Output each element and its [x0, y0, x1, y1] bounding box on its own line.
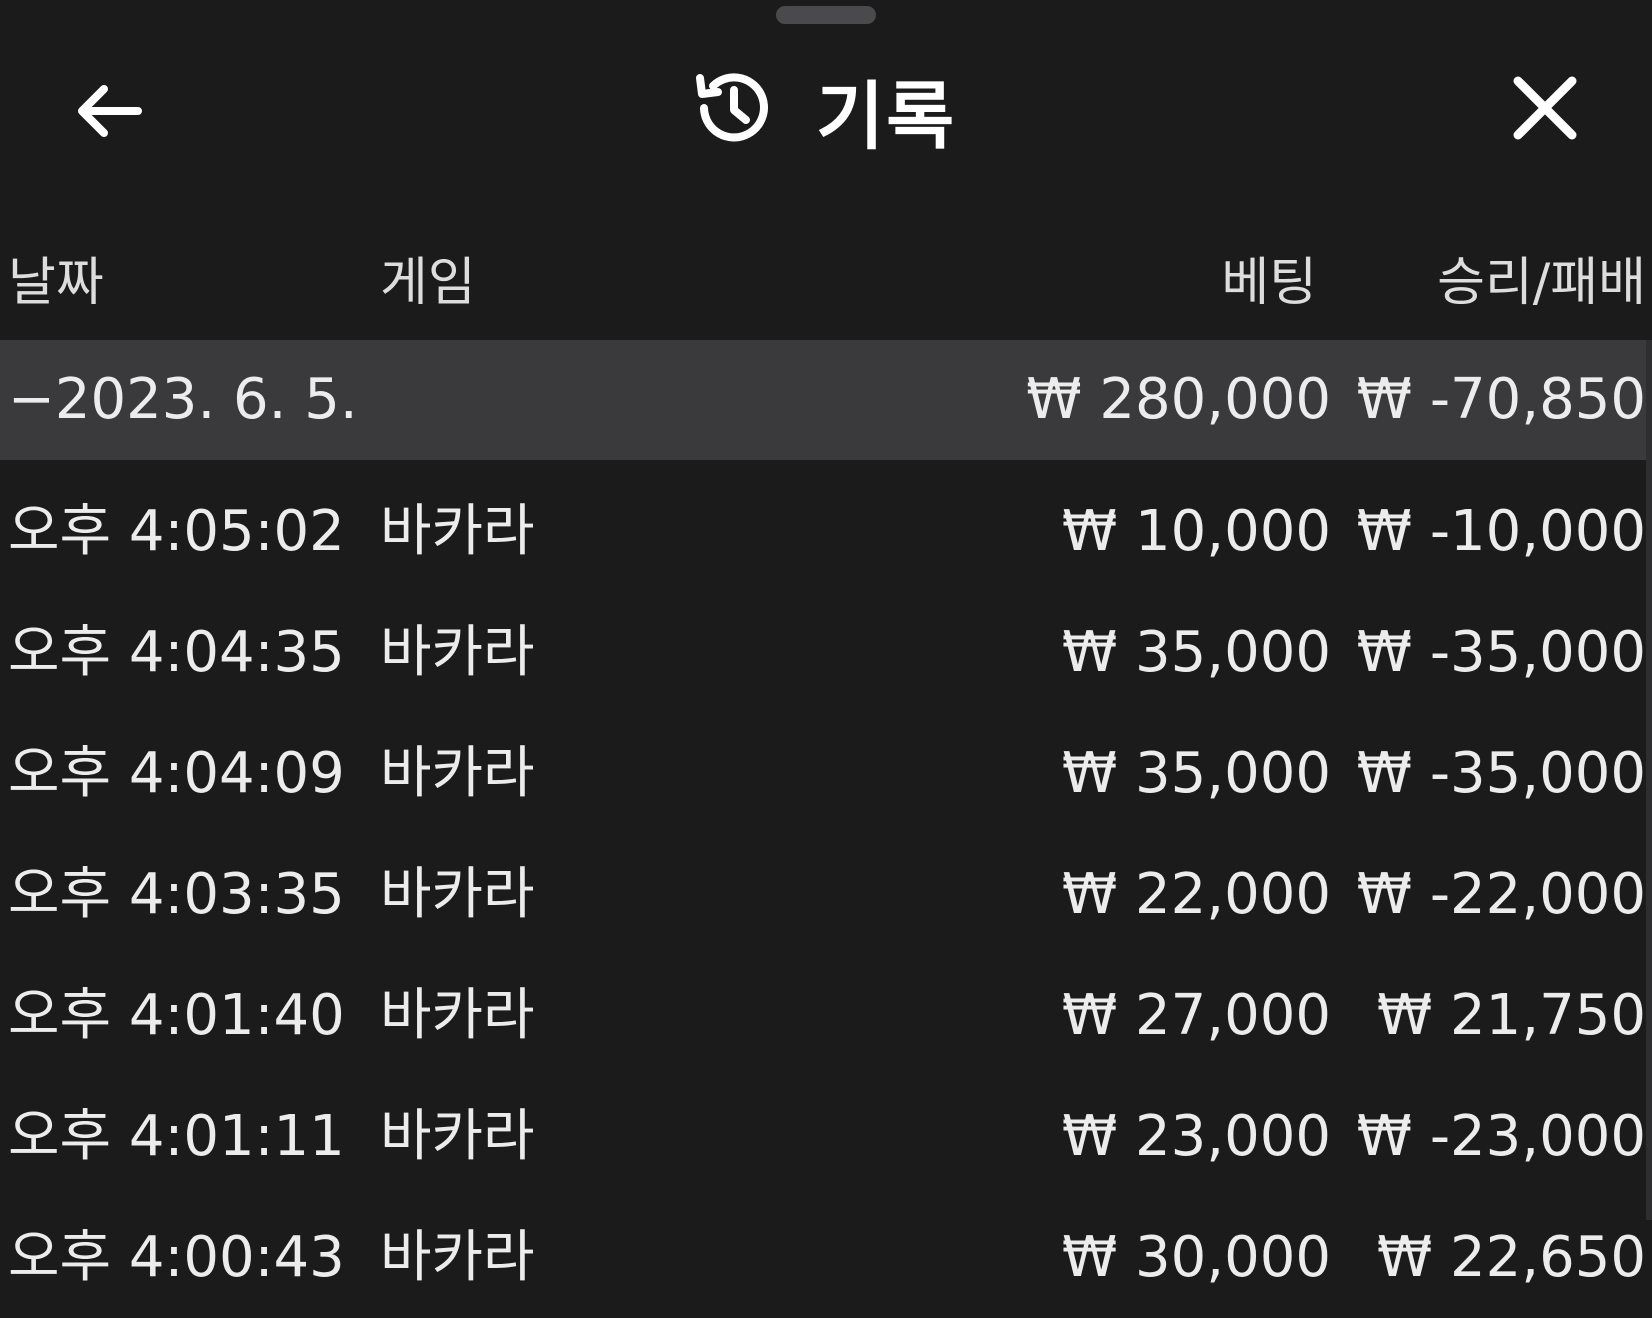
header: 기록 [0, 40, 1652, 170]
column-header-game: 게임 [380, 253, 476, 313]
row-win-loss: ₩ 22,650 [1376, 1225, 1646, 1290]
row-bet: ₩ 27,000 [1061, 983, 1331, 1048]
row-bet: ₩ 35,000 [1061, 741, 1331, 806]
close-button[interactable] [1500, 65, 1590, 155]
table-row[interactable]: 오후 4:04:35 바카라 ₩ 35,000 ₩ -35,000 [0, 593, 1646, 713]
row-time: 오후 4:01:40 [8, 983, 345, 1048]
row-win-loss: ₩ 21,750 [1376, 983, 1646, 1048]
row-bet: ₩ 22,000 [1061, 862, 1331, 927]
column-header-win-loss: 승리/패배 [1437, 253, 1646, 313]
title-group: 기록 [690, 60, 956, 160]
row-win-loss: ₩ -23,000 [1356, 1104, 1646, 1169]
row-time: 오후 4:04:09 [8, 741, 345, 806]
arrow-left-icon [72, 81, 142, 145]
row-bet: ₩ 10,000 [1061, 499, 1331, 564]
summary-win-loss: ₩ -70,850 [1356, 367, 1646, 432]
drag-handle[interactable] [776, 6, 876, 24]
row-game: 바카라 [380, 1104, 535, 1169]
row-game: 바카라 [380, 741, 535, 806]
table-row[interactable]: 오후 4:03:35 바카라 ₩ 22,000 ₩ -22,000 [0, 835, 1646, 955]
column-header-bet: 베팅 [1221, 253, 1317, 313]
row-time: 오후 4:01:11 [8, 1104, 345, 1169]
table-row[interactable]: 오후 4:04:09 바카라 ₩ 35,000 ₩ -35,000 [0, 714, 1646, 834]
row-win-loss: ₩ -22,000 [1356, 862, 1646, 927]
column-header-date: 날짜 [8, 253, 104, 313]
row-win-loss: ₩ -35,000 [1356, 741, 1646, 806]
row-bet: ₩ 23,000 [1061, 1104, 1331, 1169]
row-time: 오후 4:03:35 [8, 862, 345, 927]
row-game: 바카라 [380, 620, 535, 685]
row-bet: ₩ 35,000 [1061, 620, 1331, 685]
table-row[interactable]: 오후 4:00:43 바카라 ₩ 30,000 ₩ 22,650 [0, 1198, 1646, 1318]
scrollbar[interactable] [1646, 340, 1652, 1220]
row-bet: ₩ 30,000 [1061, 1225, 1331, 1290]
row-game: 바카라 [380, 1225, 535, 1290]
row-time: 오후 4:05:02 [8, 499, 345, 564]
row-time: 오후 4:00:43 [8, 1225, 345, 1290]
row-time: 오후 4:04:35 [8, 620, 345, 685]
table-row[interactable]: 오후 4:05:02 바카라 ₩ 10,000 ₩ -10,000 [0, 472, 1646, 592]
row-win-loss: ₩ -35,000 [1356, 620, 1646, 685]
table-row[interactable]: 오후 4:01:11 바카라 ₩ 23,000 ₩ -23,000 [0, 1077, 1646, 1197]
row-game: 바카라 [380, 499, 535, 564]
table-row[interactable]: 오후 4:01:40 바카라 ₩ 27,000 ₩ 21,750 [0, 956, 1646, 1076]
back-button[interactable] [62, 68, 152, 158]
row-win-loss: ₩ -10,000 [1356, 499, 1646, 564]
date-summary-row[interactable]: −2023. 6. 5. ₩ 280,000 ₩ -70,850 [0, 340, 1646, 460]
close-icon [1512, 75, 1578, 145]
history-clock-icon [690, 66, 774, 154]
summary-date: −2023. 6. 5. [8, 367, 358, 432]
row-game: 바카라 [380, 983, 535, 1048]
summary-bet: ₩ 280,000 [1026, 367, 1331, 432]
row-game: 바카라 [380, 862, 535, 927]
page-title: 기록 [816, 73, 957, 160]
